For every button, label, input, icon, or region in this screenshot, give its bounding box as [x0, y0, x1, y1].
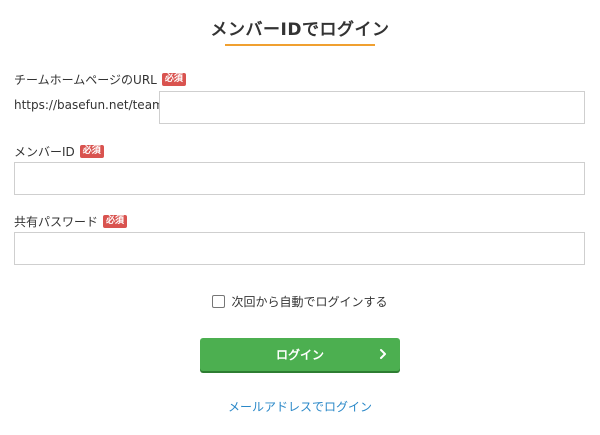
required-badge: 必須	[103, 215, 128, 228]
team-url-label-row: チームホームページのURL 必須	[14, 71, 186, 88]
login-button-label: ログイン	[275, 348, 324, 362]
password-input[interactable]	[14, 232, 585, 265]
member-id-label: メンバーID	[14, 145, 75, 159]
required-badge: 必須	[79, 145, 104, 158]
required-badge: 必須	[161, 73, 186, 86]
login-button[interactable]: ログイン	[200, 338, 400, 371]
team-url-input[interactable]	[159, 91, 585, 124]
login-page: メンバーIDでログイン チームホームページのURL 必須 https://bas…	[0, 0, 600, 435]
member-id-input[interactable]	[14, 162, 585, 195]
member-id-label-row: メンバーID 必須	[14, 143, 104, 160]
chevron-right-icon	[380, 349, 386, 359]
title-underline	[225, 44, 375, 46]
auto-login-label[interactable]: 次回から自動でログインする	[231, 293, 387, 310]
page-title: メンバーIDでログイン	[210, 20, 390, 40]
email-login-link[interactable]: メールアドレスでログイン	[0, 398, 600, 415]
password-label: 共有パスワード	[14, 215, 99, 229]
team-url-prefix: https://basefun.net/team/	[14, 98, 168, 112]
password-label-row: 共有パスワード 必須	[14, 213, 128, 230]
team-url-label: チームホームページのURL	[14, 73, 157, 87]
auto-login-checkbox[interactable]	[212, 295, 226, 308]
auto-login-row: 次回から自動でログインする	[0, 293, 600, 310]
